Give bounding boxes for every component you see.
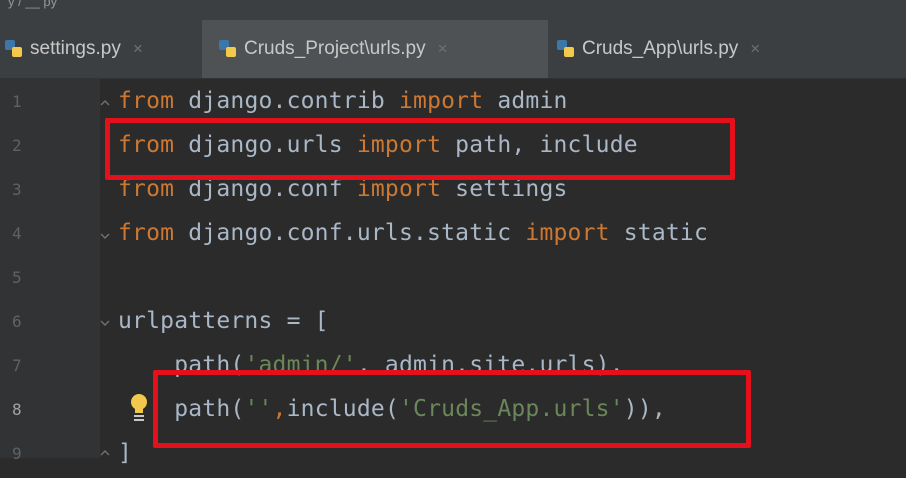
code-text: from django.conf.urls.static import stat…	[118, 220, 708, 246]
highlight-box-path-include	[153, 370, 751, 448]
code-token: ]	[118, 440, 133, 466]
intention-bulb-icon[interactable]	[128, 392, 150, 422]
line-number: 1	[12, 92, 22, 111]
tab-label: Cruds_Project\urls.py	[244, 38, 426, 59]
tab-cruds-app-urls[interactable]: Cruds_App\urls.py ×	[540, 20, 846, 78]
tab-label: settings.py	[30, 38, 121, 59]
line-number: 8	[12, 400, 22, 419]
tab-cruds-project-urls[interactable]: Cruds_Project\urls.py ×	[202, 20, 548, 78]
fold-marker-icon[interactable]	[99, 318, 111, 330]
line-number: 4	[12, 224, 22, 243]
close-icon[interactable]: ×	[438, 39, 448, 59]
python-file-icon	[4, 39, 24, 59]
close-icon[interactable]: ×	[133, 39, 143, 59]
close-icon[interactable]: ×	[750, 39, 760, 59]
code-token: django.conf.urls.static	[174, 220, 526, 246]
code-token: static	[609, 220, 709, 246]
code-line[interactable]: 5	[0, 258, 906, 302]
fold-marker-icon[interactable]	[99, 98, 111, 110]
highlight-box-import	[105, 118, 735, 180]
line-number: 3	[12, 180, 22, 199]
code-token: urlpatterns = [	[118, 308, 329, 334]
keyword-token: from	[118, 88, 175, 114]
line-number: 6	[12, 312, 22, 331]
breadcrumb: y / __ py	[8, 0, 58, 9]
fold-marker-icon[interactable]	[99, 230, 111, 242]
keyword-token: from	[118, 220, 175, 246]
code-text: from django.contrib import admin	[118, 88, 568, 114]
code-token: admin	[483, 88, 568, 114]
keyword-token: import	[398, 88, 484, 114]
code-line[interactable]: 4 from django.conf.urls.static import sta…	[0, 214, 906, 258]
code-line[interactable]: 6 urlpatterns = [	[0, 302, 906, 346]
python-file-icon	[218, 39, 238, 59]
line-number: 5	[12, 268, 22, 287]
fold-marker-icon[interactable]	[99, 448, 111, 460]
line-number: 9	[12, 444, 22, 463]
code-token: django.contrib	[174, 88, 399, 114]
editor-tab-bar: settings.py × Cruds_Project\urls.py × Cr…	[0, 20, 906, 79]
python-file-icon	[556, 39, 576, 59]
line-number: 7	[12, 356, 22, 375]
code-text: ]	[118, 440, 132, 466]
breadcrumb-bar: y / __ py	[0, 0, 906, 20]
keyword-token: import	[525, 220, 610, 246]
line-number: 2	[12, 136, 22, 155]
code-text: urlpatterns = [	[118, 308, 329, 334]
tab-settings[interactable]: settings.py ×	[0, 20, 204, 78]
tab-label: Cruds_App\urls.py	[582, 38, 739, 59]
